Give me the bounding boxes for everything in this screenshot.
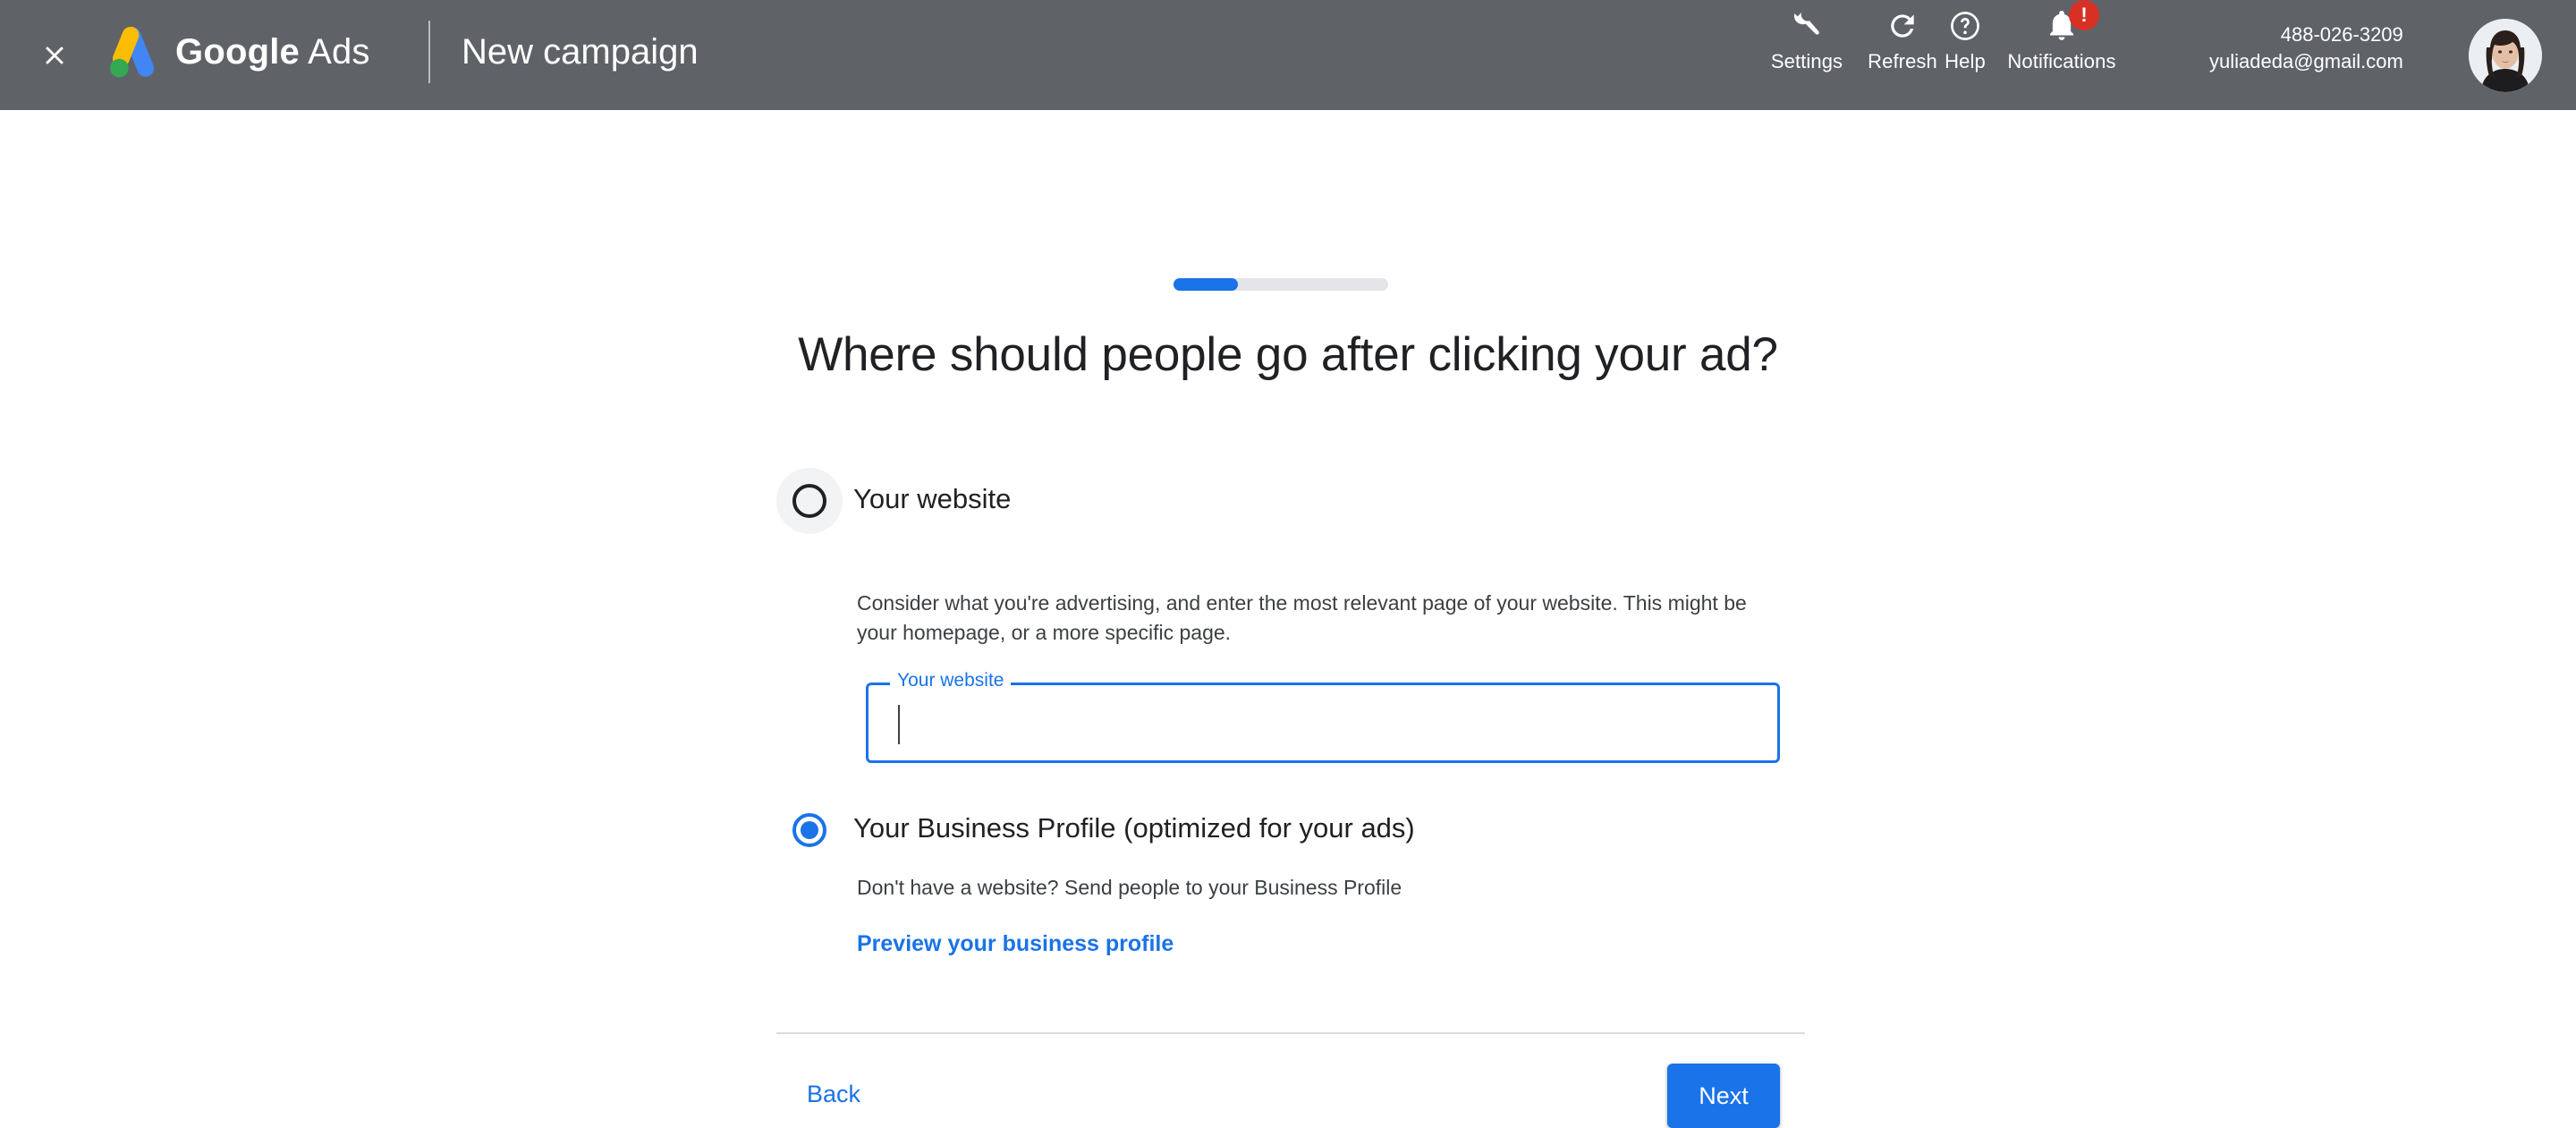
radio-inner-dot	[801, 821, 818, 839]
option-business-profile[interactable]: Your Business Profile (optimized for you…	[776, 797, 1415, 863]
back-button[interactable]: Back	[807, 1081, 860, 1108]
account-email: yuliadeda@gmail.com	[2209, 49, 2403, 72]
radio-selected-icon	[792, 813, 826, 847]
option-business-profile-label: Your Business Profile (optimized for you…	[853, 812, 1415, 844]
avatar[interactable]	[2469, 19, 2542, 92]
bell-icon: !	[2045, 0, 2099, 45]
preview-business-profile-link[interactable]: Preview your business profile	[857, 931, 1174, 957]
brand-bold: Google	[175, 31, 300, 72]
brand-text: Google Ads	[175, 32, 370, 72]
progress-bar-fill	[1174, 278, 1238, 291]
settings-label: Settings	[1770, 50, 1843, 72]
footer-divider	[776, 1032, 1805, 1034]
option-your-website-description: Consider what you're advertising, and en…	[857, 591, 1747, 645]
user-avatar	[2469, 19, 2542, 92]
brand-regular: Ads	[308, 31, 370, 72]
next-button[interactable]: Next	[1667, 1064, 1780, 1128]
notifications-label: Notifications	[2007, 50, 2116, 72]
radio-your-website[interactable]	[776, 468, 843, 534]
radio-unselected-icon	[792, 484, 826, 518]
google-ads-logo	[110, 26, 155, 78]
text-caret	[898, 705, 900, 744]
main-content: Where should people go after clicking yo…	[0, 110, 2576, 1128]
customer-id: 488-026-3209	[2280, 23, 2403, 46]
page-title: New campaign	[462, 32, 699, 72]
website-field[interactable]: Your website	[866, 671, 1780, 763]
header-divider	[428, 21, 430, 83]
notification-badge: !	[2069, 0, 2099, 30]
app-header: Google Ads New campaign Settings Refresh	[0, 0, 2576, 110]
brand-logo-group[interactable]: Google Ads	[106, 23, 370, 81]
wrench-icon	[1790, 7, 1824, 45]
option-business-profile-description: Don't have a website? Send people to you…	[857, 876, 1402, 899]
account-info[interactable]: 488-026-3209 yuliadeda@gmail.com	[2209, 21, 2403, 74]
close-icon[interactable]	[32, 33, 77, 78]
progress-bar	[1174, 278, 1388, 291]
headline: Where should people go after clicking yo…	[798, 328, 1778, 381]
website-input[interactable]	[869, 685, 1777, 760]
option-your-website-label: Your website	[853, 483, 1012, 514]
option-your-website[interactable]: Your website	[776, 468, 1011, 534]
radio-business-profile[interactable]	[776, 797, 843, 863]
notifications-button[interactable]: ! Notifications	[1968, 0, 2156, 73]
